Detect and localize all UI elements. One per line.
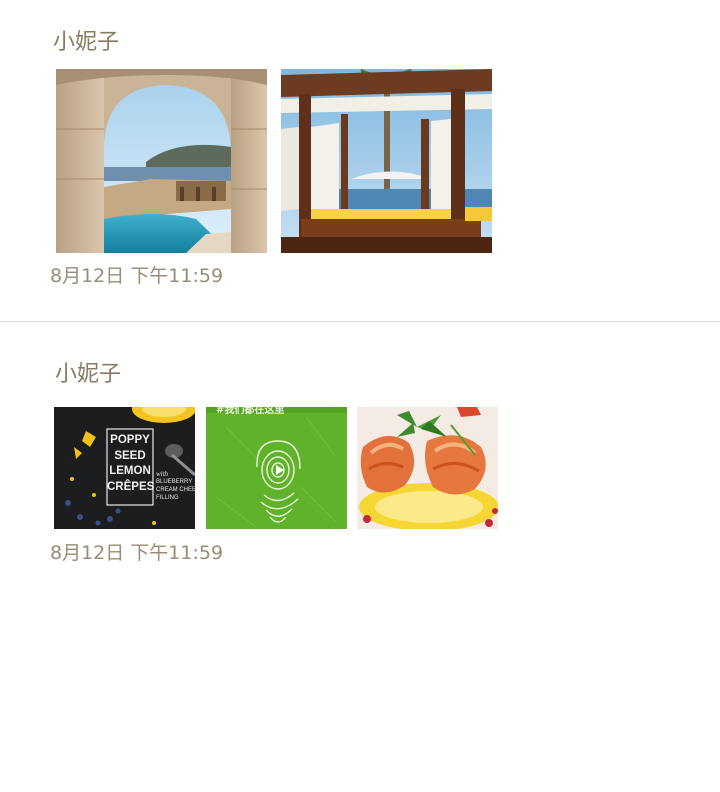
post-author-name[interactable]: 小妮子 — [55, 362, 121, 388]
photo-villa-arch-pool[interactable] — [56, 69, 267, 253]
photo-cabana-beds[interactable] — [281, 69, 492, 253]
poster-line: SEED — [114, 449, 146, 462]
poster-side-line: with — [156, 470, 169, 478]
poster-line: POPPY — [110, 434, 150, 446]
post-timestamp: 8月12日 下午11:59 — [50, 542, 224, 564]
post-timestamp: 8月12日 下午11:59 — [50, 265, 224, 287]
poster-side-line: CREAM CHEESE — [156, 487, 195, 493]
crepes-poster-subtitle: with BLUEBERRY CREAM CHEESE FILLING — [156, 470, 195, 502]
poster-side-line: BLUEBERRY — [156, 479, 193, 485]
photo-lemon-crepes[interactable]: POPPY SEED LEMON CRÊPES with BLUEBERRY C… — [54, 407, 195, 529]
photo-shrimp[interactable] — [357, 407, 498, 529]
post-divider — [0, 321, 720, 322]
crepes-poster-title: POPPY SEED LEMON CRÊPES — [107, 433, 155, 495]
poster-line: LEMON — [109, 465, 151, 477]
photo-green-video[interactable]: #我们都在这里 — [206, 407, 347, 529]
video-banner-text: #我们都在这里 — [216, 407, 285, 416]
poster-line: CRÊPES — [107, 480, 155, 493]
poster-side-line: FILLING — [156, 495, 179, 501]
post-author-name[interactable]: 小妮子 — [53, 30, 119, 56]
